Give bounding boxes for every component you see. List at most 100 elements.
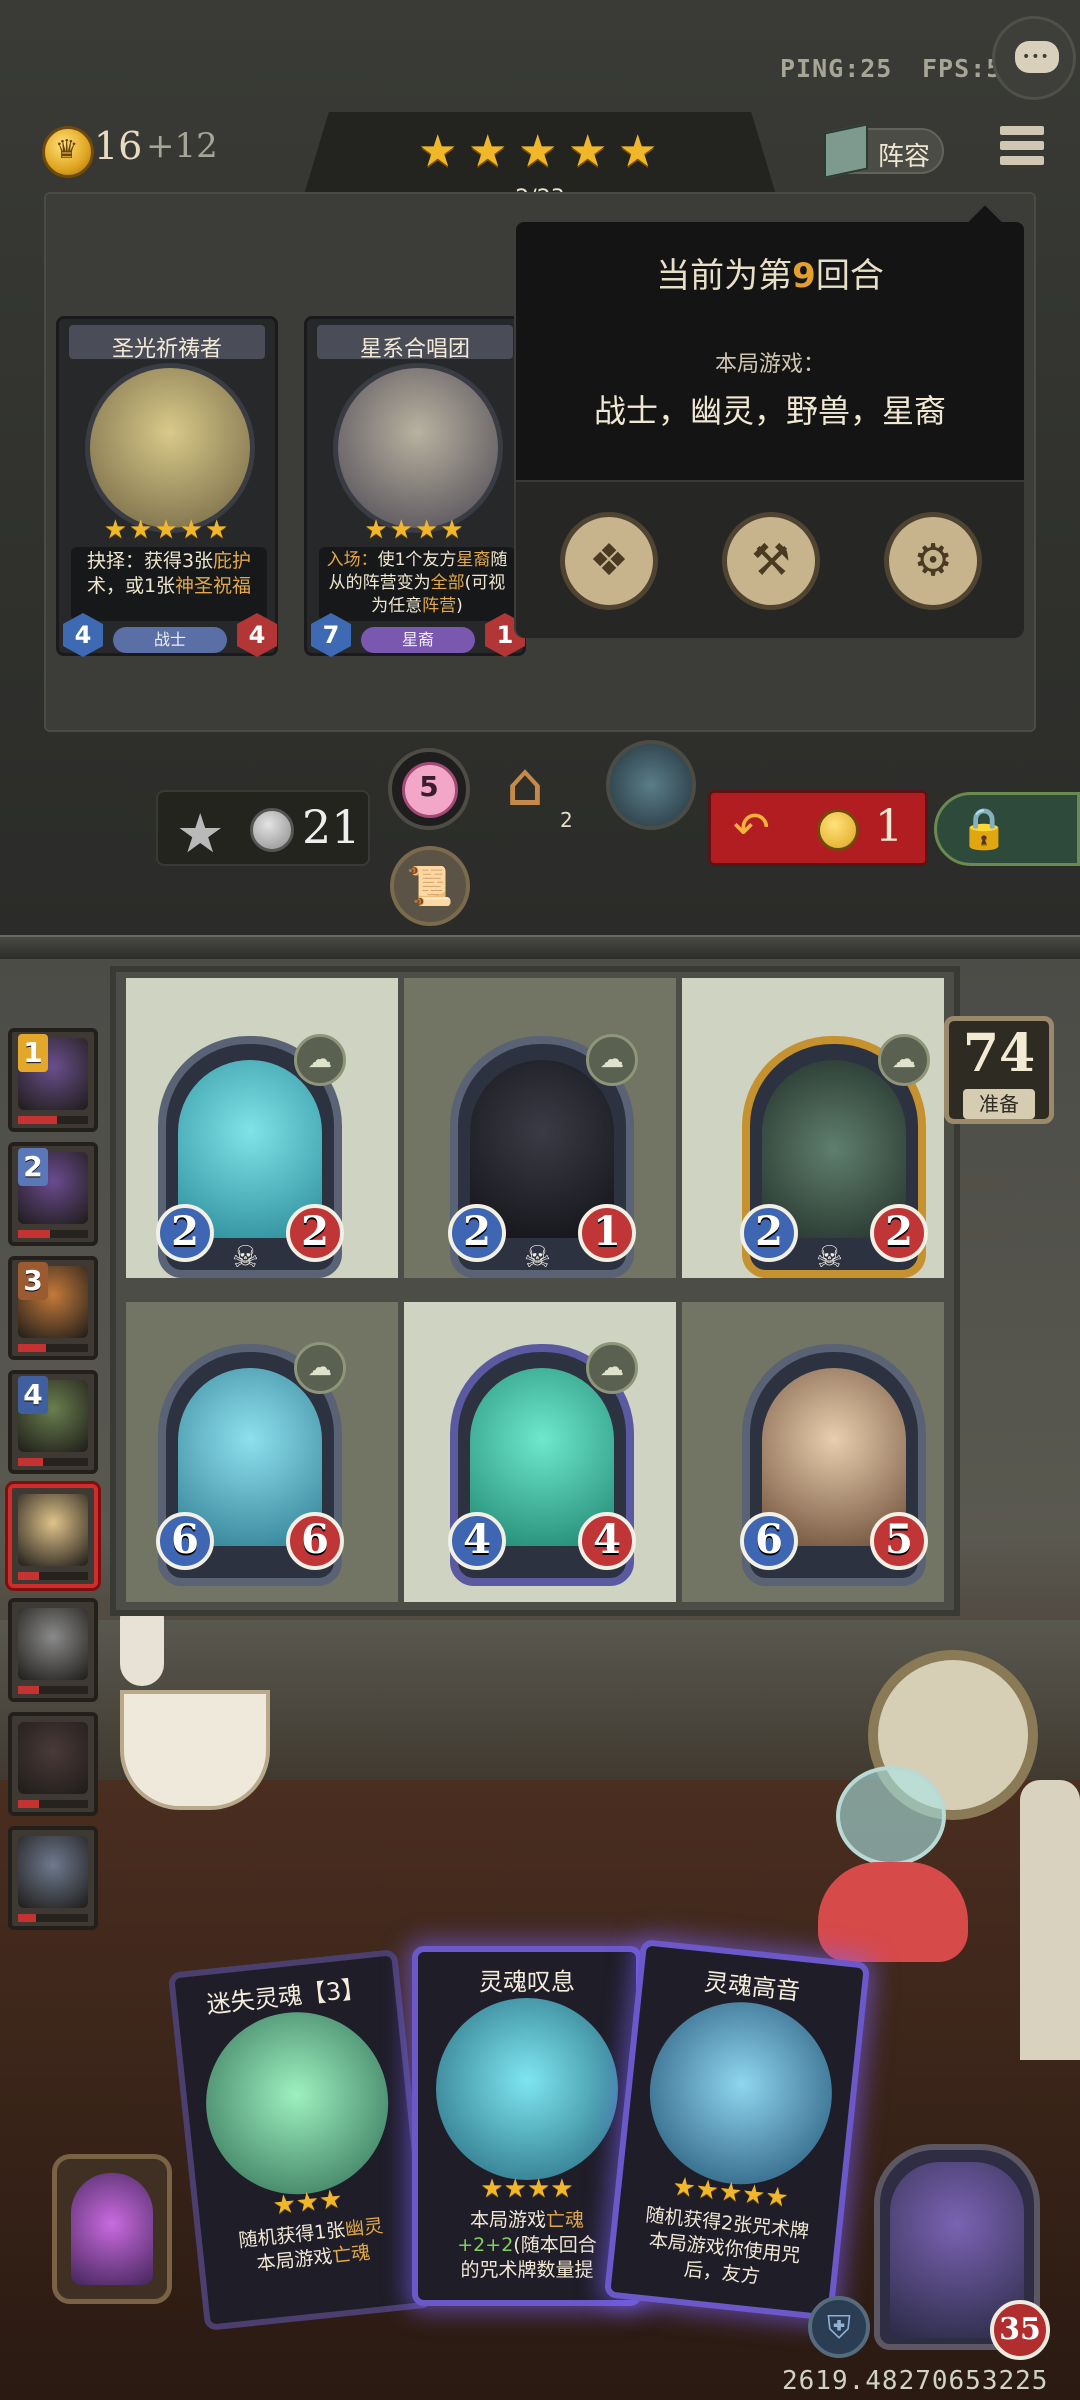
house-count: 2 <box>560 808 573 832</box>
scroll-button[interactable]: 📜 <box>390 846 470 926</box>
turn-title: 当前为第9回合 <box>656 256 884 296</box>
lock-icon: 🔒 <box>959 806 1009 852</box>
player-health-bar <box>18 1914 88 1922</box>
attack-value: 6 <box>156 1512 214 1570</box>
player-health-bar <box>18 1344 88 1352</box>
player-slot[interactable]: 1 <box>8 1028 98 1132</box>
ghost-tribe-icon: ☁ <box>586 1342 638 1394</box>
player-rank: 2 <box>18 1148 48 1186</box>
player-slot[interactable] <box>8 1598 98 1702</box>
player-health-bar <box>18 1116 88 1124</box>
player-slot[interactable] <box>8 1826 98 1930</box>
armor-button[interactable]: ⛨ <box>808 2296 870 2358</box>
tier-star-icon: ★ <box>468 126 508 177</box>
silver-coin-icon <box>250 808 294 852</box>
shop-card-title: 星系合唱团 <box>359 337 470 362</box>
house-icon[interactable]: ⌂ <box>506 750 544 820</box>
popup-actions: ❖ ⚒ ⚙ <box>516 480 1024 638</box>
card-portrait <box>640 1993 841 2194</box>
hero-power-button[interactable] <box>52 2154 172 2304</box>
game-tribes-label: 本局游戏： <box>714 352 825 377</box>
hand-card-title: 灵魂叹息 <box>479 1968 575 1996</box>
section-divider <box>0 935 1080 959</box>
refresh-arrow-icon: ↶ <box>733 803 770 854</box>
player-slot[interactable]: 3 <box>8 1256 98 1360</box>
hand-card[interactable]: 灵魂高音 ★★★★★ 随机获得2张咒术牌 本局游戏你使用咒 后，友方 <box>603 1938 871 2322</box>
minion-mimic-chest[interactable]: ☠ 2 2 ☁ <box>740 1034 930 1278</box>
card-description: 入场：使1个友方星裔随从的阵营变为全部(可视为任意阵营) <box>319 547 515 621</box>
player-slot[interactable] <box>8 1484 98 1588</box>
ghost-tribe-icon: ☁ <box>878 1034 930 1086</box>
minion-maid-with-trumpet[interactable]: 6 5 <box>740 1344 928 1586</box>
flower-counter-button[interactable]: 5 <box>388 748 470 830</box>
health-value: 1 <box>578 1204 636 1262</box>
tier-star-icon: ★ <box>518 126 558 177</box>
book-icon <box>824 123 868 179</box>
gear-icon: ⚙ <box>913 535 953 586</box>
portal-button[interactable] <box>606 740 696 830</box>
teacup-decoration <box>120 1690 270 1810</box>
skull-icon: ☠ <box>524 1240 551 1275</box>
tribe-info-button[interactable]: ⚒ <box>722 512 820 610</box>
tier-star-icon: ★ <box>618 126 658 177</box>
player-health-bar <box>18 1458 88 1466</box>
player-health-bar <box>18 1800 88 1808</box>
card-stars: ★★★★ <box>480 2174 574 2204</box>
player-avatar <box>18 1836 88 1908</box>
health-value: 5 <box>870 1512 928 1570</box>
health-value: 2 <box>286 1204 344 1262</box>
player-avatar <box>18 1608 88 1680</box>
ghost-tribe-icon: ☁ <box>294 1342 346 1394</box>
shop-card[interactable]: 圣光祈祷者 ★★★★★ 抉择：获得3张庇护术，或1张神圣祝福 战士 4 4 <box>56 316 278 657</box>
prep-timer: 74 准备 <box>944 1016 1054 1124</box>
player-slot[interactable] <box>8 1712 98 1816</box>
health-value: 2 <box>870 1204 928 1262</box>
lineup-button[interactable]: 阵容 <box>824 123 944 179</box>
minion-screaming-ghost[interactable]: 4 4 ☁ <box>448 1342 638 1586</box>
player-slot[interactable]: 2 <box>8 1142 98 1246</box>
minion-ghost-harpist[interactable]: 6 6 ☁ <box>156 1342 346 1586</box>
timer-value: 74 <box>962 1023 1036 1084</box>
shop-card[interactable]: 星系合唱团 ★★★★ 入场：使1个友方星裔随从的阵营变为全部(可视为任意阵营) … <box>304 316 526 657</box>
skull-icon: ☠ <box>816 1240 843 1275</box>
upgrade-cost: 21 <box>302 800 361 854</box>
hero-health: 35 <box>990 2300 1050 2360</box>
hand-card[interactable]: 迷失灵魂【3】 ★★★ 随机获得1张幽灵 本局游戏亡魂 <box>167 1948 435 2332</box>
tribe-tag: 星裔 <box>361 627 475 653</box>
octopus-mascot[interactable] <box>818 1862 968 1962</box>
tribe-tag: 战士 <box>113 627 227 653</box>
lock-shop-button[interactable]: 🔒 <box>934 792 1080 866</box>
attack-value: 6 <box>740 1512 798 1570</box>
settings-button[interactable]: ⚙ <box>884 512 982 610</box>
attack-value: 2 <box>740 1204 798 1262</box>
menu-button[interactable] <box>1000 126 1044 176</box>
card-description: 随机获得2张咒术牌 本局游戏你使用咒 后，友方 <box>644 2203 810 2289</box>
minion-ghost-girl-teddy[interactable]: ☠ 2 2 ☁ <box>156 1034 346 1278</box>
health-value: 6 <box>286 1512 344 1570</box>
hero-power-art <box>71 2173 153 2285</box>
player-rank: 1 <box>18 1034 48 1072</box>
timer-label: 准备 <box>963 1089 1035 1119</box>
book-icon: ❖ <box>589 535 629 586</box>
card-portrait <box>197 2003 398 2204</box>
refresh-shop-button[interactable]: ↶ 1 <box>708 790 928 866</box>
player-slot[interactable]: 4 <box>8 1370 98 1474</box>
gold-crown-icon: ♛ <box>42 126 94 178</box>
axe-icon: ⚒ <box>751 535 791 586</box>
player-avatar <box>18 1494 88 1566</box>
card-description: 抉择：获得3张庇护术，或1张神圣祝福 <box>71 547 267 621</box>
chat-button[interactable]: ••• <box>992 16 1076 100</box>
shield-icon: ⛨ <box>826 2308 851 2346</box>
skull-icon: ☠ <box>232 1240 259 1275</box>
codex-button[interactable]: ❖ <box>560 512 658 610</box>
player-health-bar <box>18 1230 88 1238</box>
card-stars: ★★★★★ <box>103 515 231 545</box>
player-rank: 3 <box>18 1262 48 1300</box>
scroll-icon: 📜 <box>406 864 454 908</box>
game-tribes-list: 战士，幽灵，野兽，星裔 <box>593 392 946 430</box>
shop-card-title: 圣光祈祷者 <box>111 337 222 362</box>
card-portrait <box>436 1998 618 2180</box>
player-avatar <box>18 1722 88 1794</box>
attack-value: 2 <box>448 1204 506 1262</box>
minion-grim-reaper[interactable]: ☠ 2 1 ☁ <box>448 1034 638 1278</box>
